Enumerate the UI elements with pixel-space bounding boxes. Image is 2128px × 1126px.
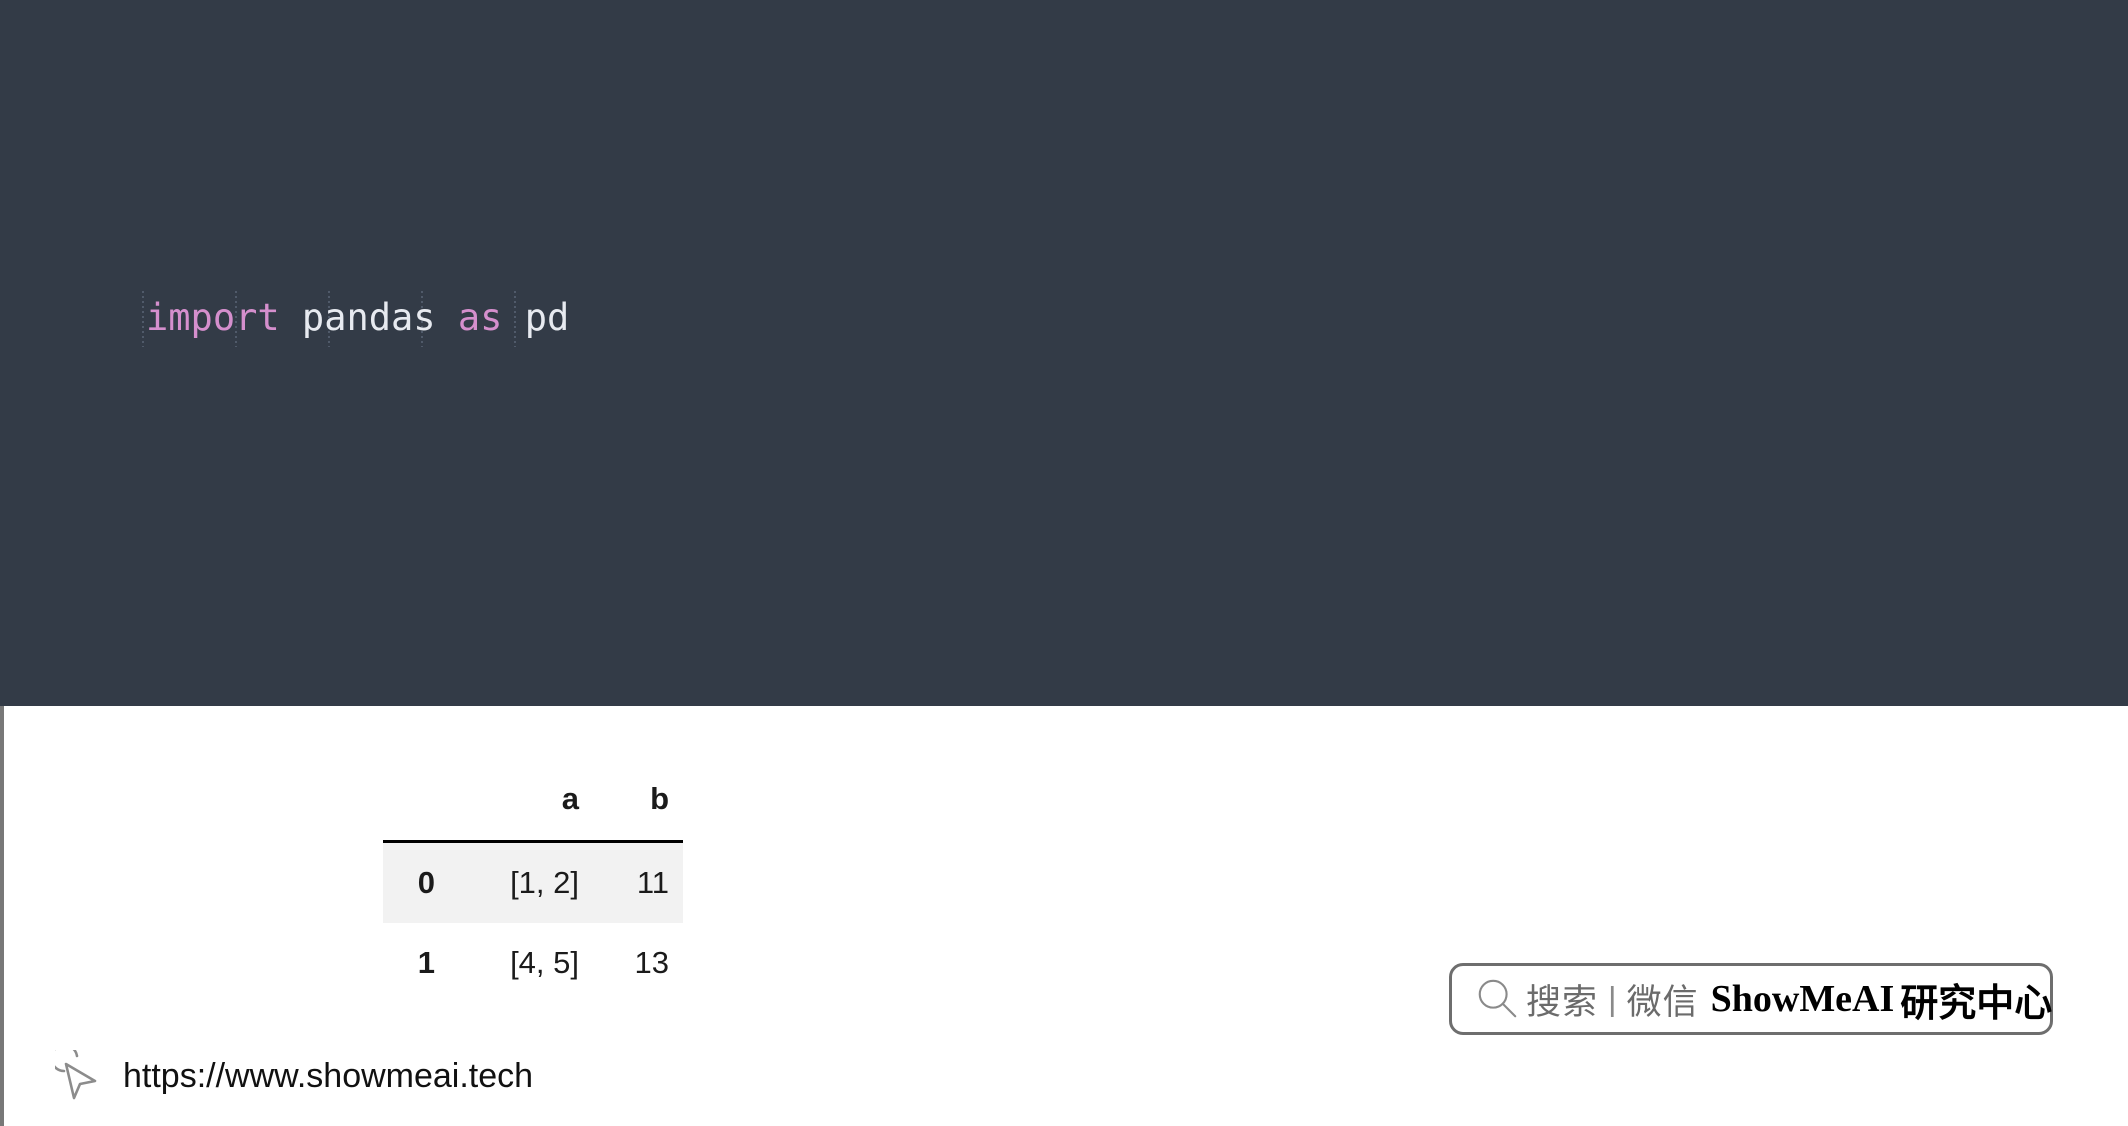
brand-latin-label: ShowMeAI <box>1710 978 1895 1020</box>
token-pandas-module: pandas <box>279 296 458 339</box>
cell-b: 11 <box>636 865 669 900</box>
row-index: 1 <box>417 945 435 980</box>
cell-b: 13 <box>634 945 669 980</box>
output-left-rule <box>0 706 4 1126</box>
code-block: import pandas as pd df = pd.DataFrame({"… <box>0 0 2128 706</box>
dataframe-column-header-b: b <box>650 781 669 816</box>
dataframe-body: 0 [1, 2] 11 1 [4, 5] 13 <box>383 841 683 1004</box>
wechat-search-pill[interactable]: 搜索 | 微信 ShowMeAI 研究中心 <box>1449 963 2053 1035</box>
cursor-pointer-icon <box>55 1050 97 1100</box>
table-row: 1 [4, 5] 13 <box>383 923 683 1003</box>
dataframe-output-table: a b 0 [1, 2] 11 1 [4, 5] 13 <box>383 762 683 1003</box>
code-editor-text[interactable]: import pandas as pd df = pd.DataFrame({"… <box>146 75 1015 706</box>
dataframe-column-header-a: a <box>561 781 579 816</box>
table-row: 0 [1, 2] 11 <box>383 841 683 923</box>
search-label: 搜索 <box>1526 982 1599 1022</box>
token-pd-alias: pd <box>502 296 570 339</box>
cell-a: [1, 2] <box>510 865 579 900</box>
url-label: https://www.showmeai.tech <box>123 1056 534 1095</box>
cell-a: [4, 5] <box>510 945 579 980</box>
search-icon <box>1478 979 1517 1018</box>
brand-cn-label: 研究中心 <box>1900 982 2053 1025</box>
channel-label: 微信 <box>1626 982 1699 1022</box>
dataframe-index-header <box>383 762 451 842</box>
indent-guide <box>142 291 144 347</box>
token-as-keyword: as <box>457 296 503 339</box>
row-index: 0 <box>417 865 435 900</box>
code-line-import: import pandas as pd <box>146 291 1015 345</box>
dataframe-head: a b <box>383 762 683 842</box>
token-import-keyword: import <box>146 296 280 339</box>
url-watermark[interactable]: https://www.showmeai.tech <box>55 1050 533 1102</box>
pill-separator: | <box>1608 980 1617 1017</box>
dataframe-header-row: a b <box>383 762 683 842</box>
